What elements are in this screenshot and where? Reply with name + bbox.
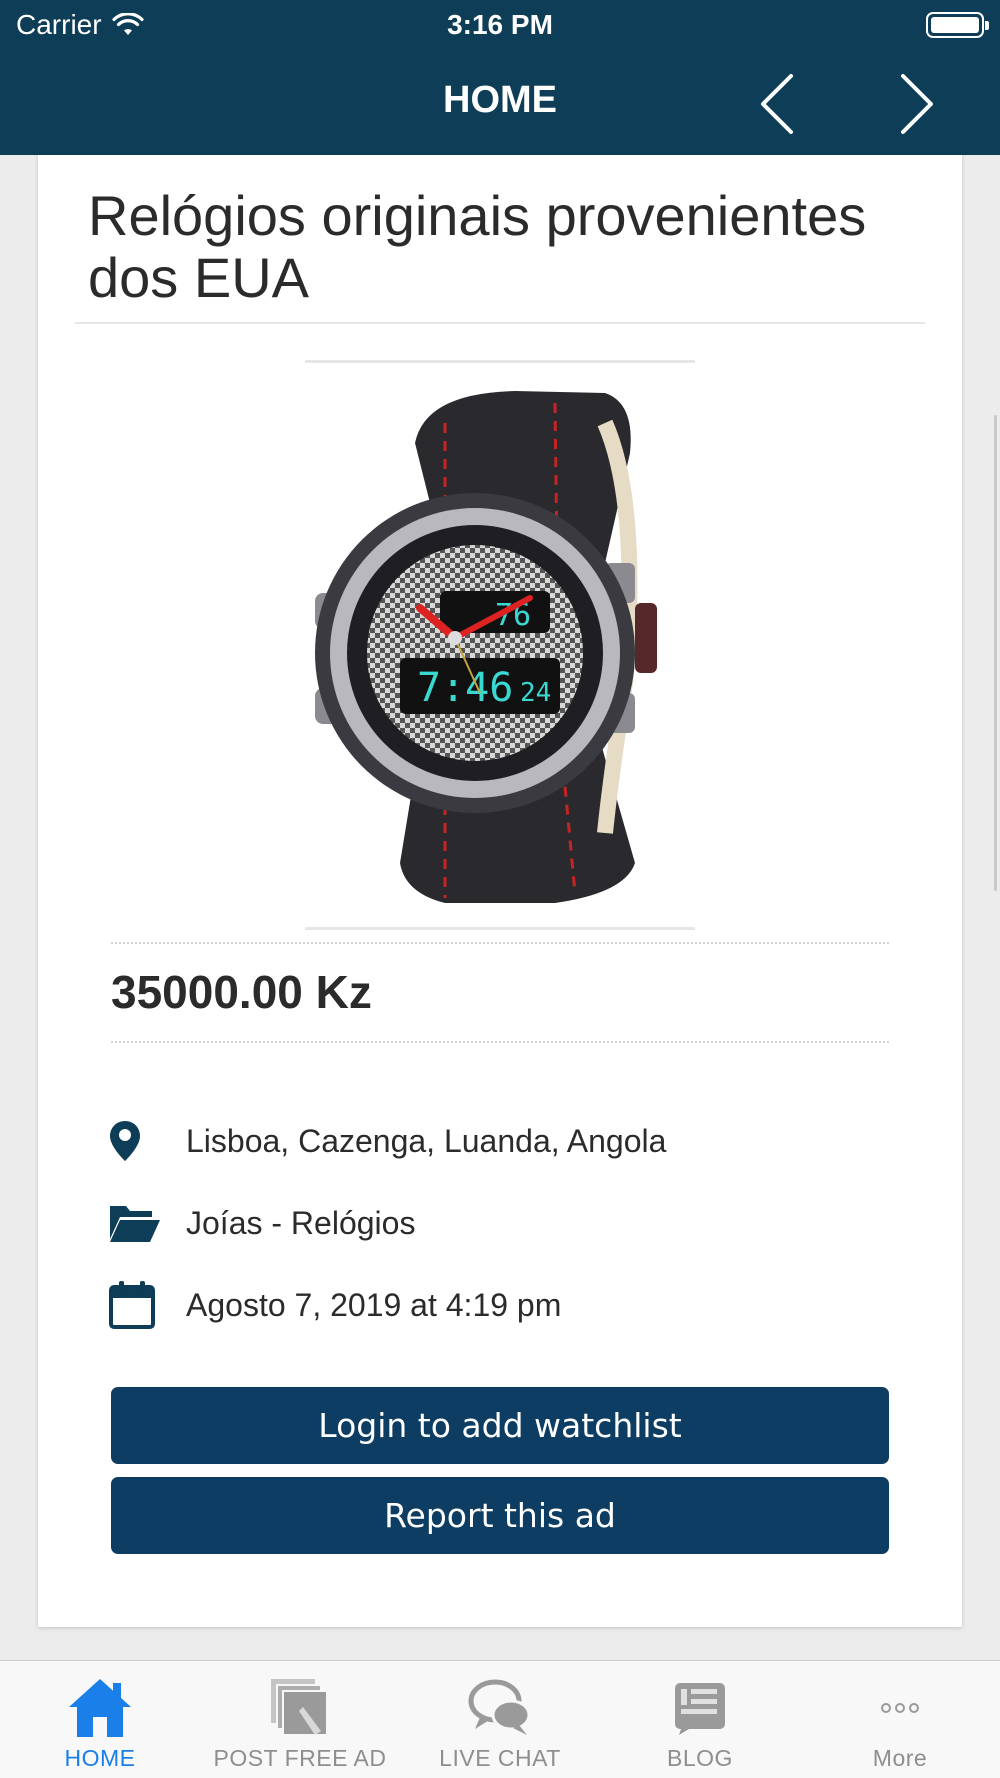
tab-label: BLOG (667, 1745, 733, 1771)
category-row: Joías - Relógios (108, 1195, 415, 1251)
tab-post-free-ad[interactable]: POST FREE AD (200, 1661, 400, 1778)
category-text: Joías - Relógios (186, 1204, 416, 1241)
tab-blog[interactable]: BLOG (600, 1661, 800, 1778)
svg-text:24: 24 (520, 678, 551, 708)
tab-home[interactable]: HOME (0, 1661, 200, 1778)
location-text: Lisboa, Cazenga, Luanda, Angola (186, 1122, 667, 1159)
previous-button[interactable] (742, 66, 812, 142)
ad-title: Relógios originais provenientes dos EUA (88, 184, 867, 309)
tab-label: HOME (64, 1745, 136, 1771)
battery-icon (926, 12, 989, 38)
date-text: Agosto 7, 2019 at 4:19 pm (186, 1286, 562, 1323)
tab-live-chat[interactable]: LIVE CHAT (400, 1661, 600, 1778)
ad-image-frame: 76 7:46 24 (305, 360, 695, 930)
price-top-divider (111, 942, 889, 944)
location-row: Lisboa, Cazenga, Luanda, Angola (108, 1113, 666, 1169)
more-dots-icon (881, 1703, 919, 1713)
watch-image[interactable]: 76 7:46 24 (305, 363, 695, 927)
post-ad-icon (271, 1679, 328, 1736)
home-icon (69, 1679, 131, 1737)
tab-label: LIVE CHAT (439, 1745, 561, 1771)
folder-open-icon (110, 1206, 160, 1242)
status-bar: Carrier 3:16 PM (0, 0, 1000, 52)
next-button[interactable] (882, 66, 952, 142)
calendar-icon (109, 1281, 155, 1329)
nav-bar: HOME (0, 52, 1000, 155)
chevron-right-icon (901, 74, 933, 134)
price-bottom-divider (111, 1041, 889, 1043)
scrollbar[interactable] (994, 415, 997, 891)
tab-more[interactable]: More (800, 1661, 1000, 1778)
tab-label: POST FREE AD (213, 1745, 387, 1771)
title-divider (75, 322, 925, 324)
add-watchlist-button[interactable]: Login to add watchlist (111, 1387, 889, 1464)
tab-label: More (872, 1745, 928, 1771)
status-time: 3:16 PM (447, 9, 553, 40)
chevron-left-icon (761, 74, 793, 134)
blog-icon (675, 1683, 725, 1735)
report-ad-button[interactable]: Report this ad (111, 1477, 889, 1554)
page-title: HOME (443, 79, 557, 121)
tab-bar: HOME POST FREE AD LIVE CHAT BLOG More (0, 1660, 1000, 1778)
map-pin-icon (110, 1121, 140, 1161)
ad-card: Relógios originais provenientes dos EUA (38, 155, 962, 1627)
ad-price: 35000.00 Kz (111, 966, 372, 1018)
date-row: Agosto 7, 2019 at 4:19 pm (108, 1277, 561, 1333)
chat-bubbles-icon (468, 1679, 531, 1735)
svg-text:7:46: 7:46 (417, 665, 513, 711)
